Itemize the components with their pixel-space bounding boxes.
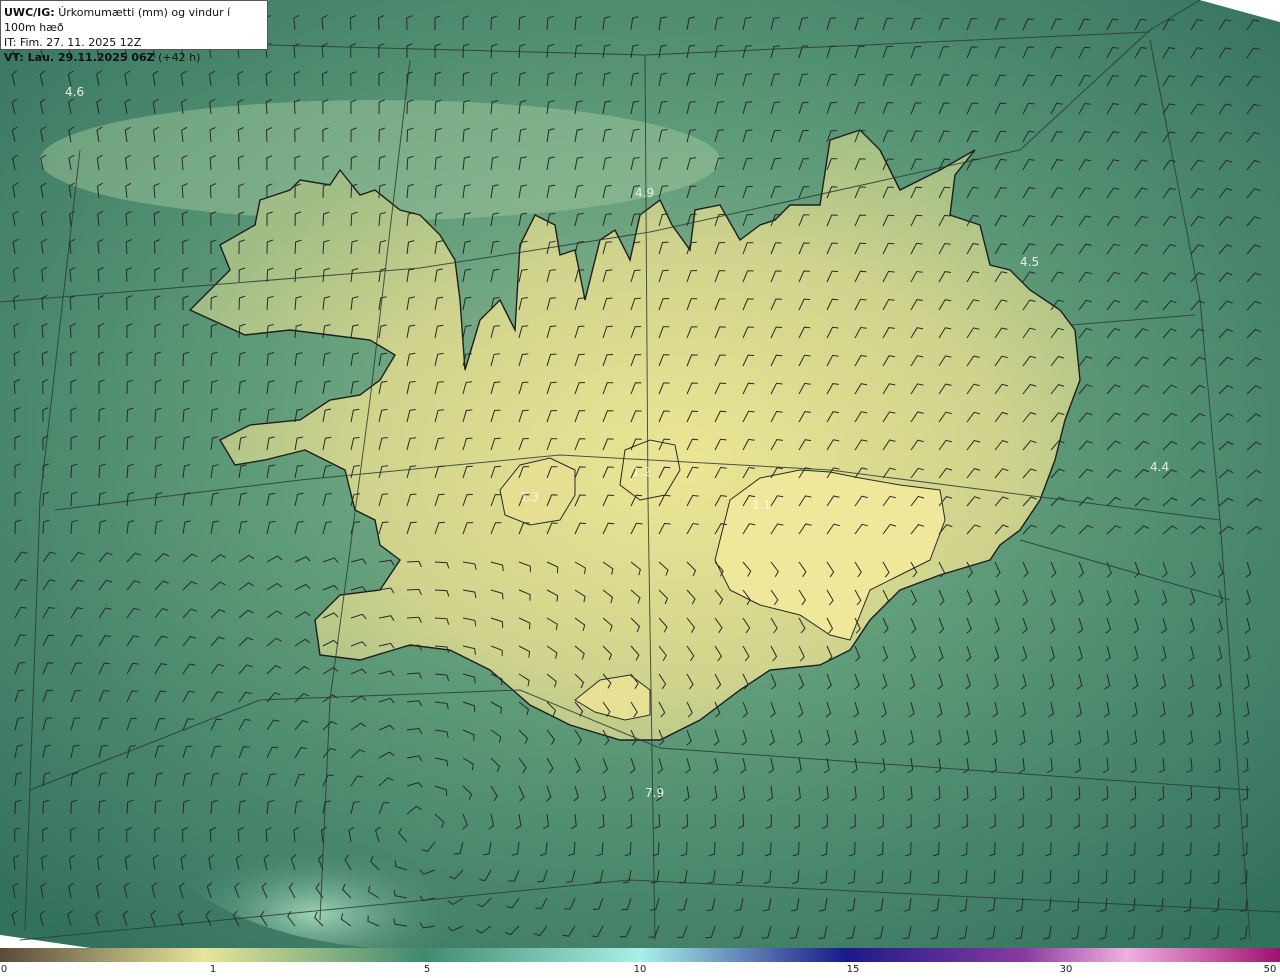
colorbar-tick-1: 1	[209, 964, 217, 975]
label-1-3: 1.3	[520, 490, 539, 504]
colorbar-tick-0: 0	[0, 964, 8, 975]
precipitation-wind-map[interactable]: 4.6 4.9 4.5 4.4 7.9 1.2 1.1 1.3	[0, 0, 1280, 948]
label-4-5: 4.5	[1020, 255, 1039, 269]
label-1-2: 1.2	[632, 465, 651, 479]
colorbar-tick-50: 50	[1263, 964, 1277, 975]
valid-time-line: VT: Lau. 29.11.2025 06Z (+42 h)	[4, 50, 264, 65]
valid-time: VT: Lau. 29.11.2025 06Z	[4, 51, 155, 64]
colorbar-tick-5: 5	[423, 964, 431, 975]
issue-time: IT: Fim. 27. 11. 2025 12Z	[4, 36, 142, 49]
colorbar: 0 1 5 10 15 30 50	[0, 948, 1280, 978]
title-line: UWC/IG: Úrkomumætti (mm) og vindur í 100…	[4, 5, 264, 35]
label-4-9: 4.9	[635, 186, 654, 200]
label-4-6: 4.6	[65, 85, 84, 99]
label-7-9: 7.9	[645, 786, 664, 800]
colorbar-tick-10: 10	[633, 964, 647, 975]
label-1-1: 1.1	[752, 498, 771, 512]
label-4-4: 4.4	[1150, 460, 1169, 474]
model-name: UWC/IG:	[4, 6, 55, 19]
map-title-box: UWC/IG: Úrkomumætti (mm) og vindur í 100…	[0, 0, 268, 64]
southern-swirl	[160, 710, 680, 948]
colorbar-tick-15: 15	[846, 964, 860, 975]
forecast-hour: (+42 h)	[158, 51, 201, 64]
colorbar-tick-30: 30	[1059, 964, 1073, 975]
colorbar-gradient	[0, 948, 1280, 962]
